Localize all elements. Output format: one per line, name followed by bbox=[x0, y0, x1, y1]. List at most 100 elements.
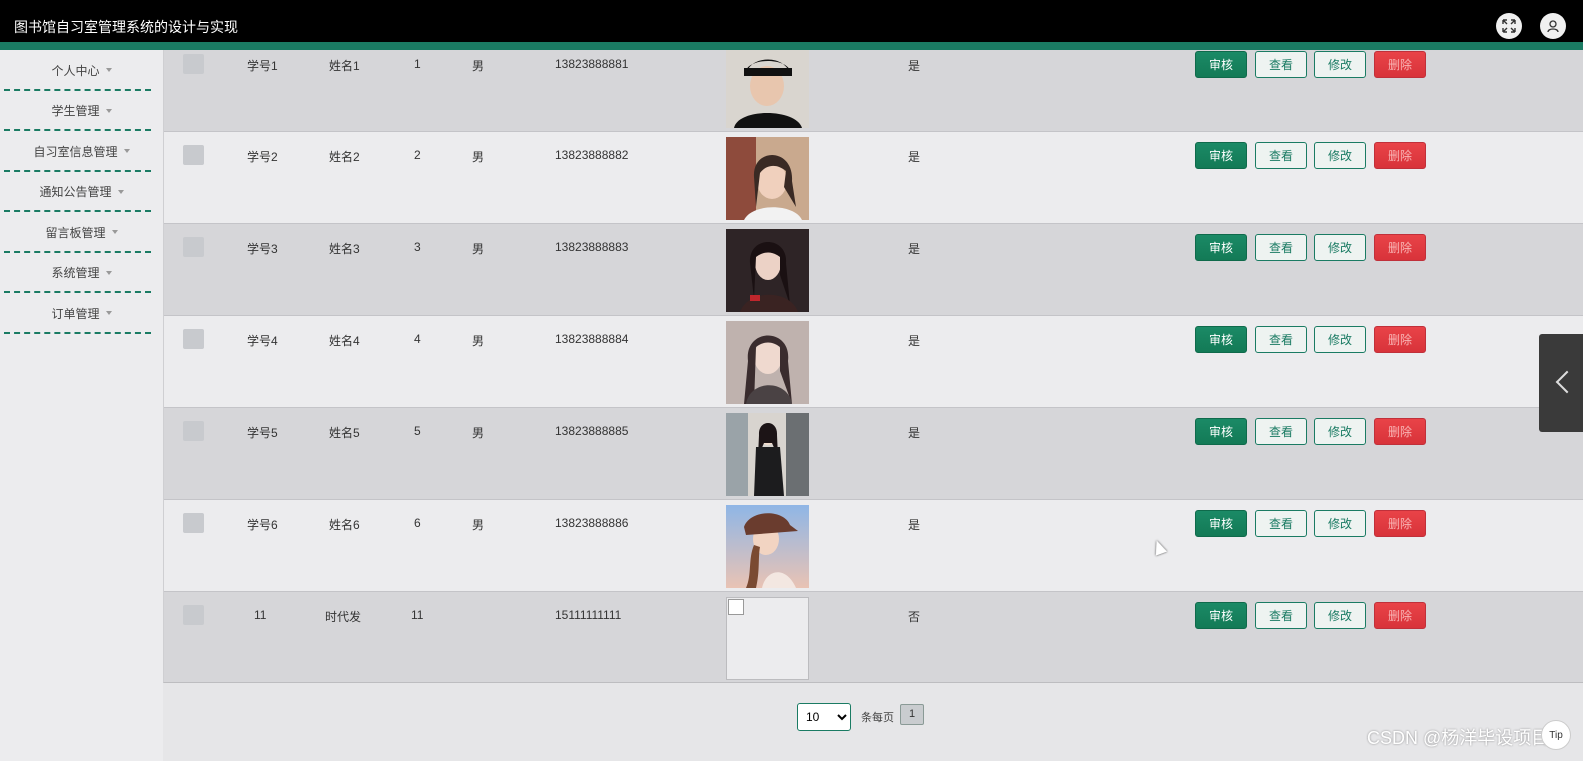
caret-down-icon bbox=[111, 230, 118, 235]
number-cell: 3 bbox=[414, 240, 421, 254]
audit-button[interactable]: 审核 bbox=[1195, 326, 1247, 353]
gender-cell: 男 bbox=[472, 150, 485, 164]
edit-button[interactable]: 修改 bbox=[1314, 510, 1366, 537]
name-cell: 姓名6 bbox=[329, 518, 360, 532]
help-button[interactable]: Tip bbox=[1541, 720, 1571, 750]
sidebar-item-label: 留言板管理 bbox=[45, 225, 106, 240]
collapse-panel-tab[interactable] bbox=[1539, 334, 1583, 432]
approved-cell: 是 bbox=[908, 150, 921, 164]
audit-button[interactable]: 审核 bbox=[1195, 602, 1247, 629]
broken-image-icon bbox=[726, 597, 809, 680]
sidebar-item-order-management[interactable]: 订单管理 bbox=[0, 293, 163, 334]
view-button[interactable]: 查看 bbox=[1255, 234, 1307, 261]
edit-button[interactable]: 修改 bbox=[1314, 142, 1366, 169]
sidebar-item-system-management[interactable]: 系统管理 bbox=[0, 253, 163, 294]
watermark: CSDN @杨洋毕设项目 bbox=[1367, 728, 1550, 748]
gender-cell: 男 bbox=[472, 518, 485, 532]
view-button[interactable]: 查看 bbox=[1255, 602, 1307, 629]
table-row: 学号6 姓名6 6 男 13823888886 是 审核 查看 修改 删除 bbox=[164, 500, 1583, 592]
row-checkbox[interactable] bbox=[183, 145, 204, 165]
delete-button[interactable]: 删除 bbox=[1374, 326, 1426, 353]
gender-cell: 男 bbox=[472, 426, 485, 440]
row-checkbox[interactable] bbox=[183, 237, 204, 257]
gender-cell: 男 bbox=[472, 334, 485, 348]
view-button[interactable]: 查看 bbox=[1255, 142, 1307, 169]
row-checkbox[interactable] bbox=[183, 513, 204, 533]
number-cell: 1 bbox=[414, 57, 421, 71]
edit-button[interactable]: 修改 bbox=[1314, 326, 1366, 353]
caret-down-icon bbox=[123, 149, 130, 154]
view-button[interactable]: 查看 bbox=[1255, 418, 1307, 445]
number-cell: 2 bbox=[414, 148, 421, 162]
sidebar-item-label: 系统管理 bbox=[51, 266, 100, 281]
caret-down-icon bbox=[105, 68, 112, 73]
audit-button[interactable]: 审核 bbox=[1195, 234, 1247, 261]
app-title: 图书馆自习室管理系统的设计与实现 bbox=[14, 19, 238, 35]
sidebar-item-notice-management[interactable]: 通知公告管理 bbox=[0, 172, 163, 213]
view-button[interactable]: 查看 bbox=[1255, 326, 1307, 353]
edit-button[interactable]: 修改 bbox=[1314, 234, 1366, 261]
row-checkbox[interactable] bbox=[183, 421, 204, 441]
sidebar-item-label: 自习室信息管理 bbox=[33, 144, 118, 159]
table-row: 学号3 姓名3 3 男 13823888883 是 审核 查看 修改 删除 bbox=[164, 224, 1583, 316]
view-button[interactable]: 查看 bbox=[1255, 510, 1307, 537]
audit-button[interactable]: 审核 bbox=[1195, 510, 1247, 537]
audit-button[interactable]: 审核 bbox=[1195, 142, 1247, 169]
student-no-cell: 学号1 bbox=[247, 59, 278, 73]
delete-button[interactable]: 删除 bbox=[1374, 51, 1426, 78]
phone-cell: 13823888886 bbox=[555, 516, 629, 530]
phone-cell: 15111111111 bbox=[555, 608, 622, 622]
name-cell: 姓名2 bbox=[329, 150, 360, 164]
sidebar: 个人中心 学生管理 自习室信息管理 通知公告管理 留言板管理 系统管理 订单管理 bbox=[0, 50, 163, 761]
sidebar-item-label: 通知公告管理 bbox=[39, 185, 112, 200]
sidebar-item-student-management[interactable]: 学生管理 bbox=[0, 91, 163, 132]
student-no-cell: 学号2 bbox=[247, 150, 278, 164]
phone-cell: 13823888881 bbox=[555, 57, 629, 71]
edit-button[interactable]: 修改 bbox=[1314, 51, 1366, 78]
student-photo bbox=[726, 229, 809, 312]
row-checkbox[interactable] bbox=[183, 329, 204, 349]
page-size-select[interactable]: 10 bbox=[797, 703, 851, 731]
header-accent-bar bbox=[0, 42, 1583, 50]
name-cell: 姓名3 bbox=[329, 242, 360, 256]
number-cell: 11 bbox=[411, 608, 424, 622]
number-cell: 4 bbox=[414, 332, 421, 346]
caret-down-icon bbox=[105, 270, 112, 275]
sidebar-item-study-room-management[interactable]: 自习室信息管理 bbox=[0, 131, 163, 172]
edit-button[interactable]: 修改 bbox=[1314, 602, 1366, 629]
table-row: 学号4 姓名4 4 男 13823888884 是 审核 查看 修改 删除 bbox=[164, 316, 1583, 408]
student-no-cell: 学号4 bbox=[247, 334, 278, 348]
student-no-cell: 学号3 bbox=[247, 242, 278, 256]
user-icon[interactable] bbox=[1540, 13, 1566, 39]
delete-button[interactable]: 删除 bbox=[1374, 418, 1426, 445]
pagination: 10 条每页 1 bbox=[797, 703, 924, 731]
delete-button[interactable]: 删除 bbox=[1374, 602, 1426, 629]
student-photo bbox=[726, 50, 809, 133]
sidebar-item-message-board[interactable]: 留言板管理 bbox=[0, 212, 163, 253]
delete-button[interactable]: 删除 bbox=[1374, 234, 1426, 261]
page-number-button[interactable]: 1 bbox=[900, 703, 924, 725]
audit-button[interactable]: 审核 bbox=[1195, 51, 1247, 78]
row-checkbox[interactable] bbox=[183, 54, 204, 74]
edit-button[interactable]: 修改 bbox=[1314, 418, 1366, 445]
table-row: 学号2 姓名2 2 男 13823888882 是 审核 查看 修改 删除 bbox=[164, 132, 1583, 224]
table-row: 学号5 姓名5 5 男 13823888885 是 审核 查看 修改 删除 bbox=[164, 408, 1583, 500]
sidebar-item-label: 订单管理 bbox=[51, 306, 100, 321]
sidebar-item-personal-center[interactable]: 个人中心 bbox=[0, 50, 163, 91]
delete-button[interactable]: 删除 bbox=[1374, 510, 1426, 537]
delete-button[interactable]: 删除 bbox=[1374, 142, 1426, 169]
phone-cell: 13823888884 bbox=[555, 332, 629, 346]
student-photo bbox=[726, 137, 809, 220]
audit-button[interactable]: 审核 bbox=[1195, 418, 1247, 445]
approved-cell: 是 bbox=[908, 59, 921, 73]
row-checkbox[interactable] bbox=[183, 605, 204, 625]
name-cell: 时代发 bbox=[325, 610, 362, 624]
sidebar-item-label: 个人中心 bbox=[51, 63, 100, 78]
student-photo bbox=[726, 321, 809, 404]
approved-cell: 否 bbox=[908, 610, 921, 624]
approved-cell: 是 bbox=[908, 334, 921, 348]
sidebar-item-label: 学生管理 bbox=[51, 104, 100, 119]
gender-cell: 男 bbox=[472, 59, 485, 73]
expand-icon[interactable] bbox=[1496, 13, 1522, 39]
view-button[interactable]: 查看 bbox=[1255, 51, 1307, 78]
